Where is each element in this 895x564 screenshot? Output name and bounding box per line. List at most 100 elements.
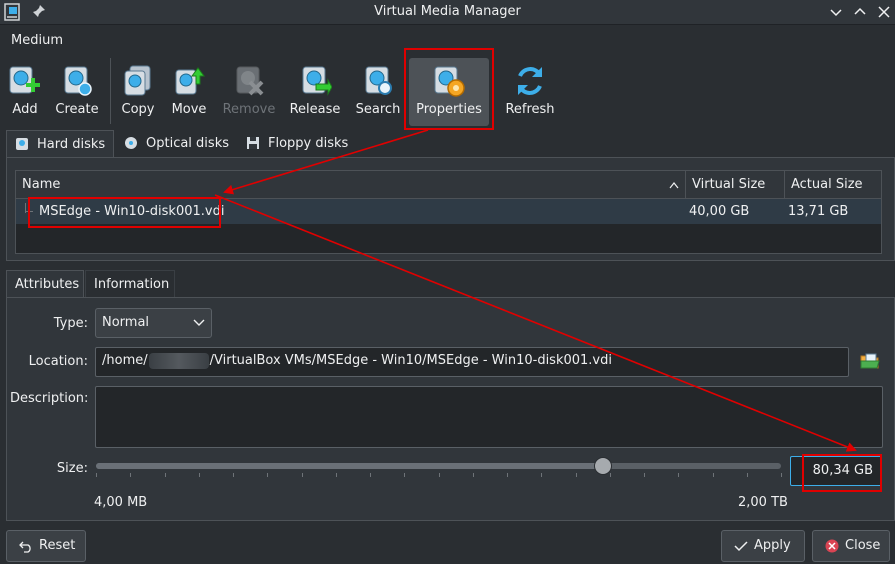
slider-tick [747,473,748,477]
slider-tick [130,473,131,477]
hard-disk-icon [16,138,28,150]
column-header-name[interactable]: Name [16,171,686,199]
type-select[interactable]: Normal [95,308,212,338]
location-prefix: /home/ [102,353,148,368]
slider-tick [370,473,371,477]
slider-tick [610,473,611,477]
open-folder-icon[interactable] [860,352,880,370]
row-name: MSEdge - Win10-disk001.vdi [39,204,225,219]
properties-button[interactable]: Properties [409,58,489,126]
floppy-disk-icon [247,137,259,149]
slider-tick [404,473,405,477]
slider-tick [678,473,679,477]
column-header-actual-size[interactable]: Actual Size [785,171,881,199]
window-title: Virtual Media Manager [374,4,521,19]
tab-floppy-disks-label: Floppy disks [268,136,349,151]
move-disk-icon [175,67,205,95]
type-label: Type: [53,316,88,331]
copy-label: Copy [121,102,155,117]
toolbar-separator [110,58,111,124]
size-max-label: 2,00 TB [738,495,788,510]
tab-floppy-disks[interactable]: Floppy disks [238,130,358,158]
apply-label: Apply [754,538,791,553]
remove-disk-icon [236,66,264,96]
refresh-label: Refresh [505,102,555,117]
reset-label: Reset [39,538,76,553]
add-disk-icon [9,66,40,94]
description-label: Description: [10,391,89,406]
apply-button[interactable]: Apply [721,530,805,562]
search-button[interactable]: Search [354,58,402,126]
size-min-label: 4,00 MB [94,495,148,510]
size-input[interactable]: 80,34 GB [790,456,882,486]
checkmark-icon [734,541,748,552]
move-button[interactable]: Move [168,58,210,126]
slider-tick [96,473,97,477]
search-disk-icon [365,66,392,95]
table-row[interactable]: MSEdge - Win10-disk001.vdi 40,00 GB 13,7… [16,199,881,224]
search-label: Search [355,102,401,117]
tab-optical-disks[interactable]: Optical disks [116,130,240,158]
add-button[interactable]: Add [5,58,45,126]
tree-branch [25,211,33,212]
slider-tick [233,473,234,477]
cancel-icon [825,539,839,553]
copy-button[interactable]: Copy [118,58,158,126]
slider-tick [165,473,166,477]
properties-label: Properties [416,102,482,117]
slider-tick [781,473,782,477]
refresh-button[interactable]: Refresh [502,58,558,126]
remove-button[interactable]: Remove [222,58,276,126]
add-label: Add [12,102,38,117]
slider-tick [336,473,337,477]
tab-optical-disks-label: Optical disks [146,136,229,151]
slider-tick [302,473,303,477]
properties-gear-icon [434,66,465,97]
size-label: Size: [56,461,88,476]
location-suffix: /VirtualBox VMs/MSEdge - Win10/MSEdge - … [209,353,612,368]
slider-tick [541,473,542,477]
location-label: Location: [28,354,88,369]
tab-hard-disks[interactable]: Hard disks [6,130,114,158]
slider-tick [439,473,440,477]
undo-icon [19,541,31,553]
redacted-username [148,352,209,369]
release-disk-icon [302,66,332,96]
slider-tick [576,473,577,477]
size-slider-handle[interactable] [594,457,612,475]
reset-button[interactable]: Reset [6,530,86,562]
create-label: Create [55,102,99,117]
size-slider-fill [96,463,603,469]
optical-disk-icon [125,137,137,149]
menu-medium[interactable]: Medium [11,33,63,48]
tab-hard-disks-label: Hard disks [37,137,106,152]
close-window-icon[interactable] [876,4,892,20]
create-disk-icon [64,66,92,96]
column-header-virtual-size[interactable]: Virtual Size [686,171,785,199]
title-bar: Virtual Media Manager [0,0,895,25]
move-label: Move [171,102,207,117]
row-virtual-size: 40,00 GB [689,204,750,219]
location-field[interactable]: /home/ /VirtualBox VMs/MSEdge - Win10/MSE… [95,347,849,377]
slider-tick [267,473,268,477]
slider-tick [473,473,474,477]
close-button[interactable]: Close [812,530,890,562]
description-field[interactable] [95,386,883,448]
tab-attributes[interactable]: Attributes [6,270,84,298]
slider-tick [644,473,645,477]
create-button[interactable]: Create [53,58,101,126]
media-table: Name Virtual Size Actual Size MSEdge - W… [15,170,882,254]
release-label: Release [289,102,341,117]
remove-label: Remove [222,102,276,117]
slider-tick [507,473,508,477]
row-actual-size: 13,71 GB [788,204,849,219]
maximize-chevron-icon[interactable] [852,4,868,20]
close-label: Close [845,538,881,553]
minimize-chevron-icon[interactable] [828,4,844,20]
tab-information[interactable]: Information [85,270,175,298]
chevron-down-icon [193,319,205,326]
refresh-icon [518,67,542,95]
release-button[interactable]: Release [289,58,341,126]
copy-disk-icon [124,65,151,96]
column-name-label: Name [22,177,61,192]
